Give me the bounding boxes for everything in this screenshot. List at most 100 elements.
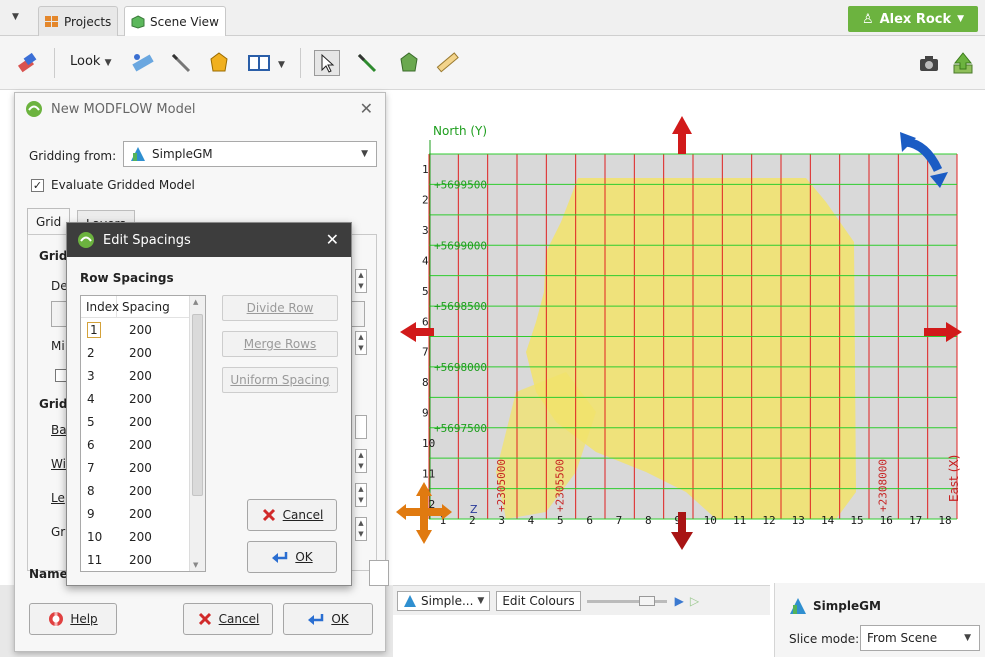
look-menu-button[interactable]: Look ▼	[70, 54, 112, 69]
scene-bottom-bar: Simple... ▼ Edit Colours ▶ ▷	[393, 585, 770, 615]
opacity-slider[interactable]	[586, 595, 669, 606]
tab-menu-arrow-icon[interactable]: ▼	[12, 12, 19, 22]
spacings-cancel-button[interactable]: Cancel	[247, 499, 337, 531]
row-index-cell[interactable]: 10	[81, 530, 117, 544]
scroll-down-icon[interactable]: ▼	[193, 561, 198, 569]
row-number-label: 5	[422, 285, 429, 298]
row-spacing-cell[interactable]: 200	[117, 346, 152, 360]
row-spacing-cell[interactable]: 200	[117, 461, 152, 475]
row-spacing-cell[interactable]: 200	[117, 553, 152, 567]
forward-icon[interactable]: ▷	[690, 594, 699, 608]
name-field[interactable]	[369, 560, 389, 586]
table-row[interactable]: 6 200	[81, 433, 205, 456]
scene-viewport[interactable]: North (Y) East (X) 1 2 3 4 5 6 7 8 9 10 11 12 12345…	[396, 92, 985, 577]
row-index-value: 4	[87, 391, 95, 406]
row-spacing-cell[interactable]: 200	[117, 530, 152, 544]
row-index-cell[interactable]: 3	[81, 369, 117, 383]
play-icon[interactable]: ▶	[675, 594, 684, 608]
tab-grid[interactable]: Grid	[27, 208, 71, 234]
export-upload-icon[interactable]	[950, 50, 976, 76]
point-tool-icon[interactable]	[396, 50, 422, 76]
row-index-cell[interactable]: 11	[81, 553, 117, 567]
evaluate-checkbox[interactable]: ✓	[31, 179, 44, 192]
row-spacing-cell[interactable]: 200	[117, 369, 152, 383]
divide-row-button[interactable]: Divide Row	[222, 295, 338, 321]
polyline-tool-icon[interactable]	[354, 50, 380, 76]
tab-scene-view-label: Scene View	[150, 15, 219, 29]
slice-tool-icon[interactable]	[130, 50, 156, 76]
layout-icon[interactable]	[246, 50, 272, 76]
table-row[interactable]: 3 200	[81, 364, 205, 387]
help-button[interactable]: Help	[29, 603, 117, 635]
row-index-cell[interactable]: 6	[81, 438, 117, 452]
row-index-cell[interactable]: 8	[81, 484, 117, 498]
ruler-icon[interactable]	[434, 50, 460, 76]
table-row[interactable]: 1 200	[81, 318, 205, 341]
close-icon[interactable]: ✕	[360, 99, 373, 118]
north-axis-label: North (Y)	[433, 124, 487, 138]
east-axis-label: East (X)	[947, 455, 961, 502]
merge-rows-button[interactable]: Merge Rows	[222, 331, 338, 357]
scrollbar-thumb[interactable]	[192, 314, 203, 496]
slice-mode-select[interactable]: From Scene ▼	[860, 625, 980, 651]
camera-icon[interactable]	[916, 50, 942, 76]
width-stepper[interactable]: ▲ ▼	[355, 449, 367, 473]
row-index-cell[interactable]: 2	[81, 346, 117, 360]
move-object-icon[interactable]	[206, 50, 232, 76]
row-spacing-cell[interactable]: 200	[117, 415, 152, 429]
scene-canvas[interactable]: North (Y) East (X) 123456789101112 12345…	[396, 92, 985, 577]
index-column-header[interactable]: Index	[81, 296, 119, 317]
pen-tool-icon[interactable]	[168, 50, 194, 76]
tab-scene-view[interactable]: Scene View	[124, 6, 226, 37]
move-arrow-up-icon[interactable]	[672, 116, 692, 154]
modflow-logo-icon	[78, 232, 94, 248]
uniform-spacing-button[interactable]: Uniform Spacing	[222, 367, 338, 393]
definition-stepper[interactable]: ▲ ▼	[355, 269, 367, 293]
row-spacing-cell[interactable]: 200	[117, 323, 152, 337]
table-row[interactable]: 7 200	[81, 456, 205, 479]
table-body: 1 200 2 200 3 200 4 200 5 200 6 200 7 200 8 200 9 200 10 20…	[81, 318, 205, 571]
slider-handle[interactable]	[638, 595, 655, 606]
scroll-up-icon[interactable]: ▲	[193, 298, 198, 306]
user-menu-button[interactable]: ♙ Alex Rock ▼	[848, 6, 978, 32]
row-index-cell[interactable]: 1	[81, 321, 117, 338]
table-scrollbar[interactable]: ▲ ▼	[189, 296, 205, 571]
slice-mode-label: Slice mode:	[789, 632, 860, 646]
edit-colours-button[interactable]: Edit Colours	[496, 590, 581, 611]
row-index-cell[interactable]: 4	[81, 392, 117, 406]
select-pointer-icon[interactable]	[314, 50, 340, 76]
ok-button[interactable]: OK	[283, 603, 373, 635]
spacings-ok-button[interactable]: OK	[247, 541, 337, 573]
tab-projects[interactable]: Projects	[38, 6, 119, 36]
tab-grid-label: Grid	[36, 214, 62, 229]
table-row[interactable]: 10 200	[81, 525, 205, 548]
row-spacing-cell[interactable]: 200	[117, 438, 152, 452]
table-row[interactable]: 4 200	[81, 387, 205, 410]
table-row[interactable]: 5 200	[81, 410, 205, 433]
cancel-button[interactable]: Cancel	[183, 603, 273, 635]
column-number-label: 10	[704, 514, 717, 527]
eraser-icon[interactable]	[14, 50, 40, 76]
row-index-cell[interactable]: 5	[81, 415, 117, 429]
table-row[interactable]: 11 200	[81, 548, 205, 571]
minimum-stepper[interactable]: ▲ ▼	[355, 331, 367, 355]
row-spacings-table[interactable]: Index Spacing 1 200 2 200 3 200 4 200 5 200 6 200 7 2…	[80, 295, 206, 572]
grid-size-label: Gr	[51, 525, 66, 539]
spacing-column-header[interactable]: Spacing	[117, 296, 187, 317]
object-select-dropdown[interactable]: Simple... ▼	[397, 590, 491, 611]
close-icon[interactable]: ✕	[326, 230, 339, 249]
row-index-value: 9	[87, 506, 95, 521]
row-spacing-cell[interactable]: 200	[117, 484, 152, 498]
gridding-from-select[interactable]: SimpleGM ▼	[123, 141, 377, 167]
row-index-cell[interactable]: 7	[81, 461, 117, 475]
grid-size-stepper[interactable]: ▲ ▼	[355, 517, 367, 541]
table-row[interactable]: 9 200	[81, 502, 205, 525]
row-spacing-cell[interactable]: 200	[117, 507, 152, 521]
base-field[interactable]	[355, 415, 367, 439]
length-stepper[interactable]: ▲ ▼	[355, 483, 367, 507]
table-row[interactable]: 8 200	[81, 479, 205, 502]
table-row[interactable]: 2 200	[81, 341, 205, 364]
row-index-cell[interactable]: 9	[81, 507, 117, 521]
chevron-down-icon[interactable]: ▼	[278, 60, 285, 70]
row-spacing-cell[interactable]: 200	[117, 392, 152, 406]
